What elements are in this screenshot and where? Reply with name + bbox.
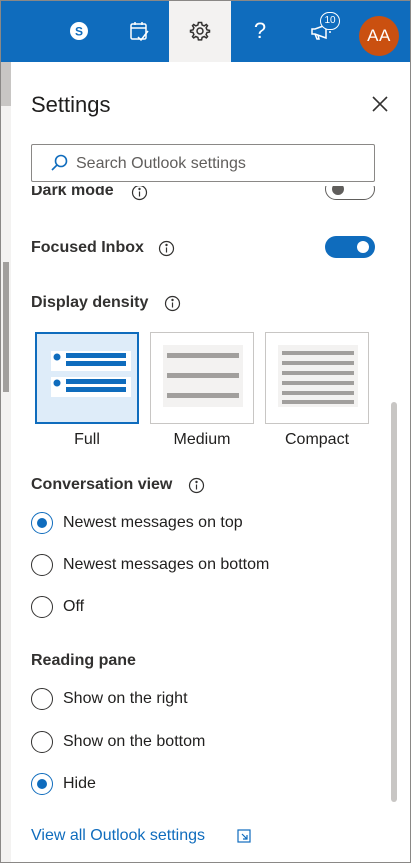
skype-button[interactable]: S <box>48 0 110 62</box>
notification-badge: 10 <box>320 12 340 30</box>
density-full-preview <box>51 351 131 397</box>
density-compact-preview <box>278 345 358 407</box>
skype-icon: S <box>70 22 88 40</box>
search-icon <box>51 154 68 171</box>
radio-label[interactable]: Newest messages on bottom <box>63 556 269 574</box>
conversation-view-label: Conversation view <box>31 476 173 493</box>
info-icon[interactable] <box>188 477 205 494</box>
radio-label[interactable]: Off <box>63 598 84 616</box>
radio-hide[interactable] <box>31 773 53 795</box>
dark-mode-toggle[interactable] <box>325 186 375 200</box>
calendar-button[interactable] <box>108 0 170 62</box>
settings-search-box[interactable]: Search Outlook settings <box>31 144 375 182</box>
display-density-label: Display density <box>31 294 149 311</box>
whats-new-button[interactable] <box>290 0 352 62</box>
panel-title: Settings <box>31 92 111 117</box>
radio-newest-on-top[interactable] <box>31 512 53 534</box>
info-icon[interactable] <box>164 295 181 312</box>
help-icon: ? <box>253 18 267 43</box>
info-icon[interactable] <box>158 240 175 257</box>
radio-label[interactable]: Hide <box>63 775 96 793</box>
help-button[interactable]: ? <box>229 0 291 62</box>
focused-inbox-toggle[interactable] <box>325 236 375 258</box>
radio-label[interactable]: Show on the bottom <box>63 733 205 751</box>
density-compact-label: Compact <box>284 431 350 448</box>
svg-text:S: S <box>75 25 83 39</box>
calendar-check-icon <box>130 22 149 42</box>
background-app-block <box>0 62 11 106</box>
density-medium-card[interactable] <box>150 332 254 424</box>
radio-show-on-bottom[interactable] <box>31 731 53 753</box>
density-compact-card[interactable] <box>265 332 369 424</box>
avatar[interactable]: AA <box>359 16 399 56</box>
dark-mode-label: Dark mode <box>31 186 114 199</box>
view-all-settings-link[interactable]: View all Outlook settings <box>31 827 205 845</box>
settings-button[interactable] <box>169 0 231 62</box>
background-app-scrollbar <box>3 262 9 392</box>
gear-icon <box>189 21 211 41</box>
settings-panel: Settings Search Outlook settings Dark mo… <box>11 62 411 863</box>
reading-pane-label: Reading pane <box>31 652 136 669</box>
radio-show-on-right[interactable] <box>31 688 53 710</box>
background-app-edge <box>0 62 11 863</box>
close-icon[interactable] <box>369 93 391 115</box>
density-medium-label: Medium <box>173 431 231 448</box>
density-full-label: Full <box>74 431 100 448</box>
focused-inbox-label: Focused Inbox <box>31 239 144 256</box>
radio-label[interactable]: Show on the right <box>63 690 188 708</box>
radio-conversation-off[interactable] <box>31 596 53 618</box>
open-external-icon[interactable] <box>237 829 251 843</box>
info-icon[interactable] <box>131 186 148 201</box>
search-input[interactable]: Search Outlook settings <box>76 155 246 173</box>
density-full-card[interactable] <box>35 332 139 424</box>
radio-label[interactable]: Newest messages on top <box>63 514 243 532</box>
settings-scrollbar[interactable] <box>391 402 397 802</box>
radio-newest-on-bottom[interactable] <box>31 554 53 576</box>
density-medium-preview <box>163 345 243 407</box>
top-bar: S ? 10 AA <box>0 0 411 62</box>
settings-scroll-area[interactable]: Dark mode Focused Inbox Display density <box>11 186 411 809</box>
